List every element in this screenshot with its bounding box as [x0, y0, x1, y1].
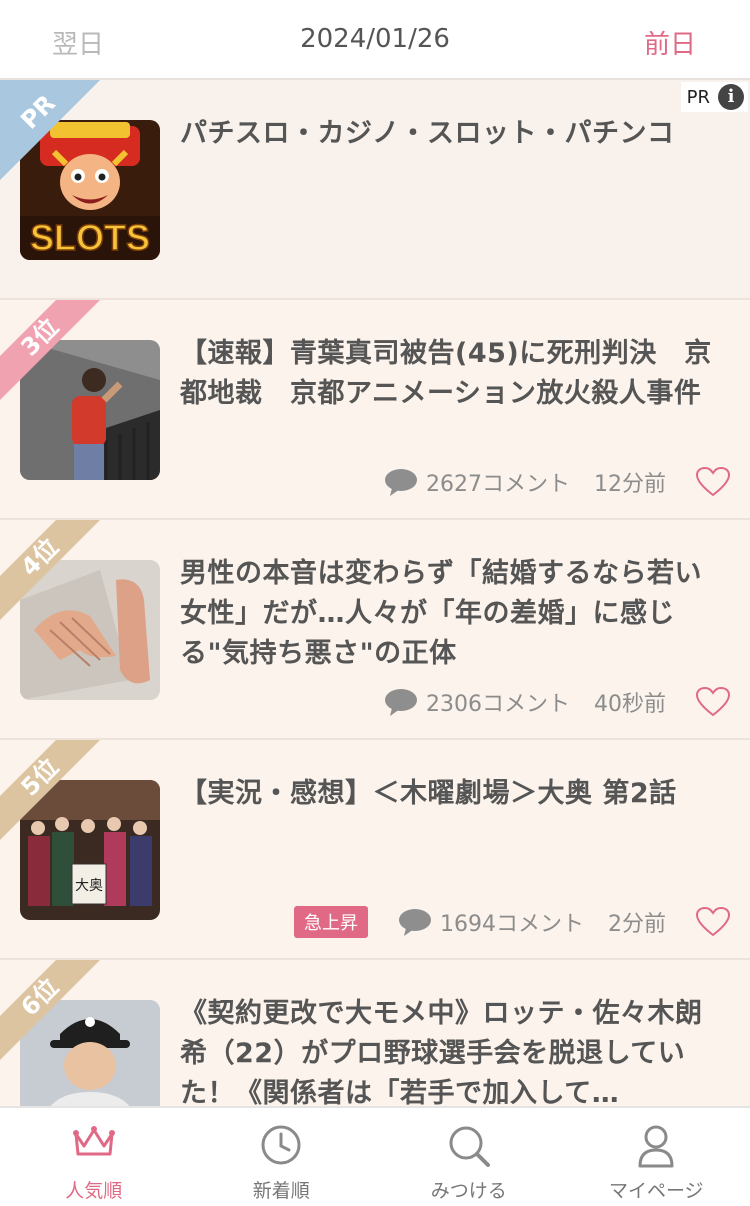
tab-label: みつける [430, 1180, 507, 1202]
ooku-title-card: 大奥 [75, 877, 103, 894]
tab-label: マイページ [608, 1180, 704, 1202]
time-ago: 40秒前 [594, 692, 666, 717]
news-thumbnail [20, 340, 160, 480]
search-icon [449, 1126, 490, 1167]
bottom-tab-bar: 人気順 新着順 みつける マイページ [0, 1106, 750, 1206]
comment-icon [385, 469, 417, 496]
tab-label: 新着順 [252, 1180, 310, 1202]
news-thumbnail [20, 560, 160, 700]
news-thumbnail: 大奥 [20, 780, 160, 920]
time-ago: 12分前 [594, 472, 666, 497]
tab-newest[interactable]: 新着順 [188, 1108, 376, 1206]
current-date: 2024/01/26 [300, 24, 450, 54]
item-title: 【実況・感想】＜木曜劇場＞大奥 第2話 [180, 778, 677, 809]
list-item-pr[interactable]: SLOTS パチスロ・カジノ・スロット・パチンコ PR i PR [0, 80, 750, 300]
person-icon [638, 1125, 674, 1168]
comment-count: 1694コメント [440, 912, 584, 937]
heart-icon[interactable] [696, 467, 730, 497]
list-item[interactable]: 男性の本音は変わらず「結婚するなら若い女性」だが…人々が「年の差婚」に感じる"気… [0, 520, 750, 740]
crown-icon [72, 1126, 115, 1156]
clock-icon [261, 1125, 301, 1165]
item-meta: 急上昇 1694コメント 2分前 [294, 906, 730, 938]
list-item[interactable]: 大奥 【実況・感想】＜木曜劇場＞大奥 第2話 急上昇 1694コメント 2分前 … [0, 740, 750, 960]
item-meta: 2306コメント 40秒前 [384, 686, 730, 718]
tab-popular[interactable]: 人気順 [0, 1108, 188, 1206]
pr-tag[interactable]: PR i [680, 82, 748, 112]
ranking-list: SLOTS パチスロ・カジノ・スロット・パチンコ PR i PR 【速報】青葉真… [0, 80, 750, 1180]
item-title: パチスロ・カジノ・スロット・パチンコ [180, 118, 675, 149]
trending-badge: 急上昇 [294, 906, 368, 938]
tab-discover[interactable]: みつける [375, 1108, 563, 1206]
heart-icon[interactable] [696, 687, 730, 717]
item-meta: 2627コメント 12分前 [384, 466, 730, 498]
previous-day-button[interactable]: 前日 [644, 24, 696, 61]
list-item[interactable]: 【速報】青葉真司被告(45)に死刑判決 京都地裁 京都アニメーション放火殺人事件… [0, 300, 750, 520]
heart-icon[interactable] [696, 907, 730, 937]
date-navigation-bar: 翌日 2024/01/26 前日 [0, 0, 750, 80]
comment-icon [399, 909, 431, 936]
slots-logo-text: SLOTS [30, 217, 150, 258]
item-title: 【速報】青葉真司被告(45)に死刑判決 京都地裁 京都アニメーション放火殺人事件 [180, 338, 712, 409]
slots-thumbnail: SLOTS [20, 120, 160, 260]
comment-count: 2306コメント [426, 692, 570, 717]
comment-icon [385, 689, 417, 716]
time-ago: 2分前 [608, 912, 666, 937]
item-title: 男性の本音は変わらず「結婚するなら若い女性」だが…人々が「年の差婚」に感じる"気… [180, 558, 702, 669]
info-icon[interactable]: i [718, 84, 744, 110]
comment-count: 2627コメント [426, 472, 570, 497]
item-title: 《契約更改で大モメ中》ロッテ・佐々木朗希（22）がプロ野球選手会を脱退していた！… [180, 998, 703, 1109]
tab-mypage[interactable]: マイページ [563, 1108, 750, 1206]
pr-label: PR [686, 86, 710, 108]
tab-label: 人気順 [65, 1180, 123, 1202]
